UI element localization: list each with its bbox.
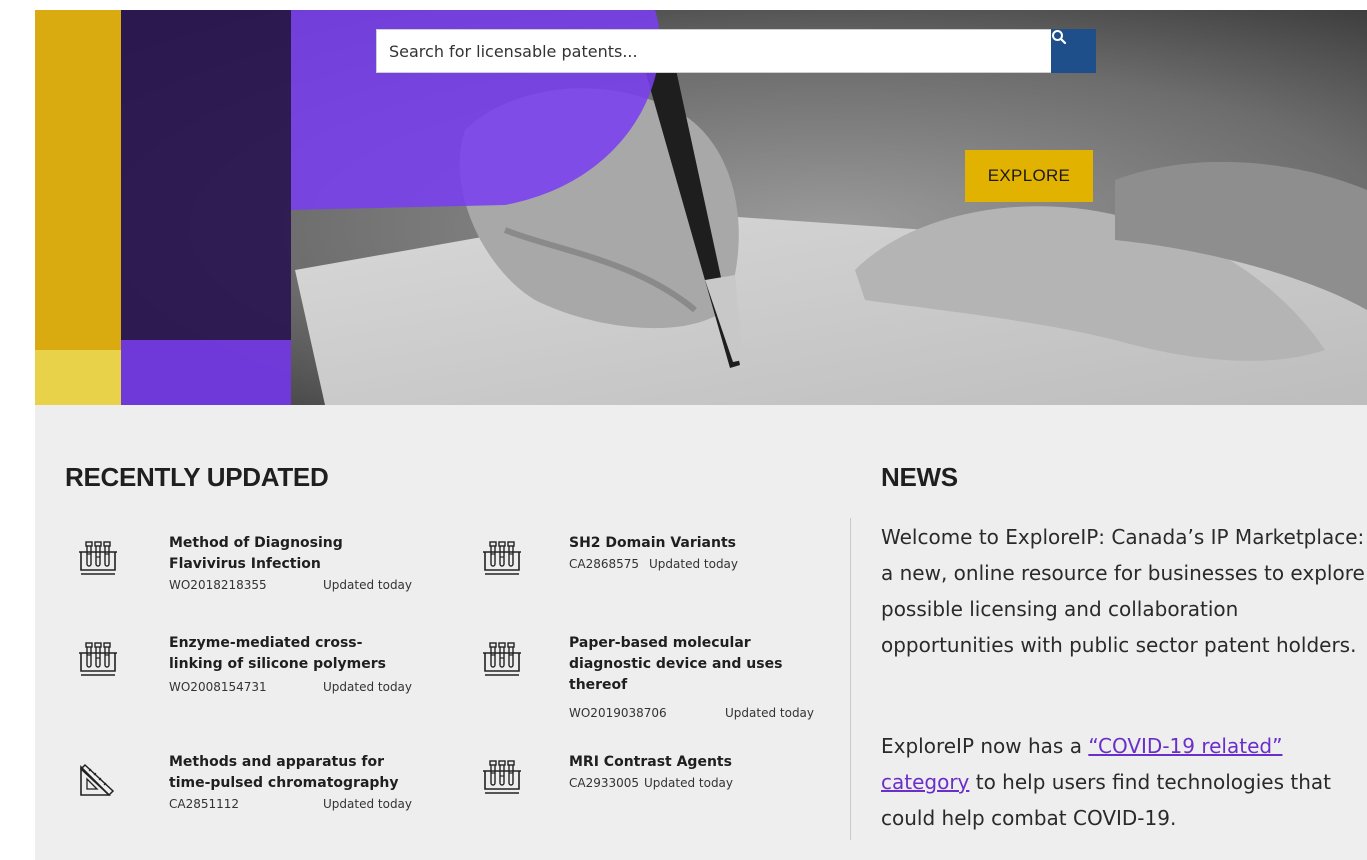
updated-label: Updated today: [323, 797, 413, 811]
search-bar: [376, 29, 1096, 73]
news-heading: NEWS: [881, 462, 958, 492]
patent-meta: CA2868575 Updated today: [569, 557, 738, 571]
patent-meta: WO2008154731 Updated today: [169, 680, 412, 694]
patent-meta: WO2019038706 Updated today: [569, 706, 814, 720]
test-tubes-icon: [78, 541, 118, 575]
recently-updated-heading: RECENTLY UPDATED: [65, 462, 329, 492]
test-tubes-icon: [482, 541, 522, 575]
test-tubes-icon: [482, 760, 522, 794]
updated-label: Updated today: [323, 578, 413, 592]
updated-label: Updated today: [323, 680, 413, 694]
patent-meta: CA2851112 Updated today: [169, 797, 412, 811]
test-tubes-icon: [482, 642, 522, 676]
updated-label: Updated today: [725, 706, 815, 720]
content-section: RECENTLY UPDATED Method of Diagnosing Fl…: [35, 405, 1367, 860]
news-text-before: ExploreIP now has a: [881, 734, 1089, 758]
patent-id: CA2933005: [569, 776, 640, 790]
patent-title-link[interactable]: Methods and apparatus for time-pulsed ch…: [169, 752, 404, 794]
patent-meta: WO2018218355 Updated today: [169, 578, 412, 592]
drafting-tools-icon: [80, 764, 114, 796]
patent-id: CA2851112: [169, 797, 240, 811]
column-divider: [850, 518, 851, 840]
updated-label: Updated today: [649, 557, 739, 571]
search-button[interactable]: [1051, 29, 1096, 73]
patent-meta: CA2933005 Updated today: [569, 776, 733, 790]
patent-title-link[interactable]: Enzyme-mediated cross-linking of silicon…: [169, 633, 404, 675]
search-input[interactable]: [376, 29, 1051, 73]
hero-banner: EXPLORE: [35, 10, 1367, 405]
patent-id: WO2019038706: [569, 706, 667, 720]
patent-title-link[interactable]: SH2 Domain Variants: [569, 533, 804, 554]
search-icon: [1052, 30, 1067, 45]
updated-label: Updated today: [644, 776, 734, 790]
patent-id: CA2868575: [569, 557, 640, 571]
test-tubes-icon: [78, 642, 118, 676]
news-paragraph: Welcome to ExploreIP: Canada’s IP Market…: [881, 525, 1365, 657]
explore-button[interactable]: EXPLORE: [965, 150, 1093, 202]
patent-id: WO2008154731: [169, 680, 267, 694]
patent-title-link[interactable]: MRI Contrast Agents: [569, 752, 804, 773]
patent-title-link[interactable]: Method of Diagnosing Flavivirus Infectio…: [169, 533, 404, 575]
patent-title-link[interactable]: Paper-based molecular diagnostic device …: [569, 633, 804, 696]
news-paragraph: ExploreIP now has a “COVID-19 related” c…: [881, 728, 1367, 836]
patent-id: WO2018218355: [169, 578, 267, 592]
